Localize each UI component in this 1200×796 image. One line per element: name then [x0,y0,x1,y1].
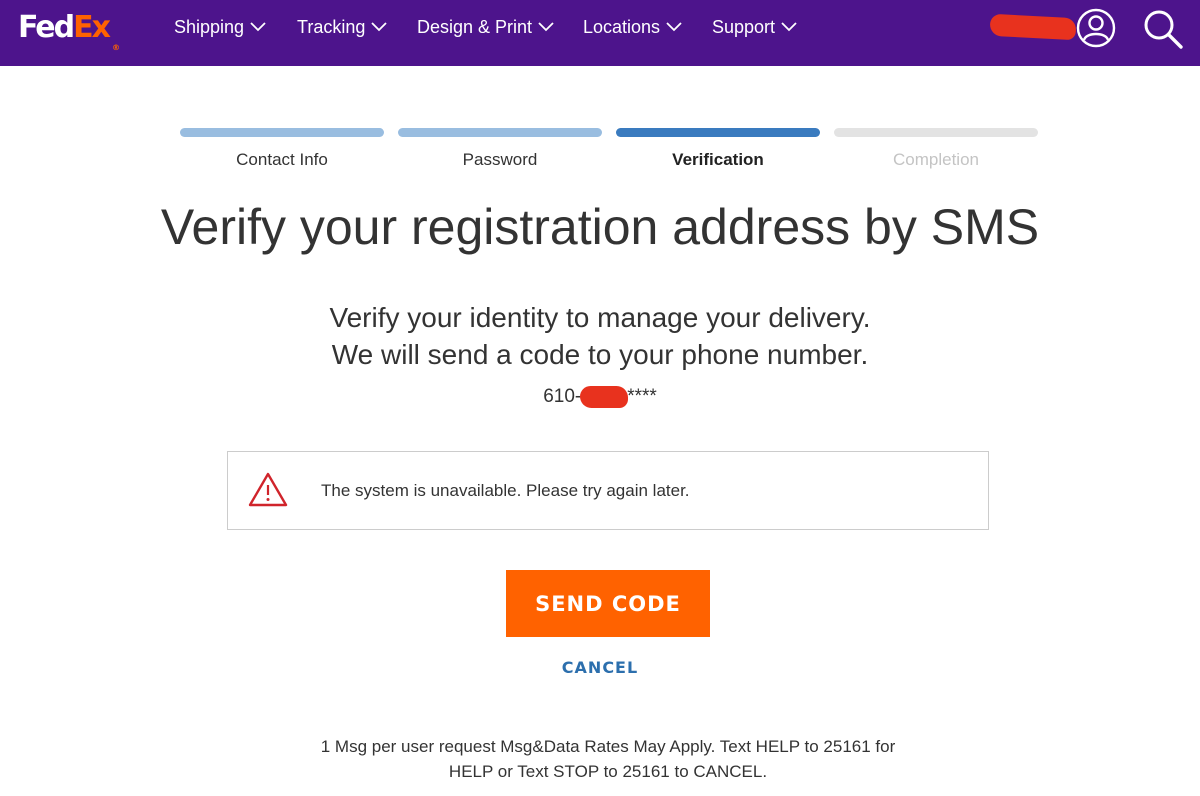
progress-stepper: Contact Info Password Verification Compl… [180,128,1040,172]
step-label: Contact Info [236,150,328,169]
phone-suffix: **** [627,386,657,408]
step-label: Password [462,150,538,169]
fedex-logo[interactable]: FedEx® [18,10,120,52]
warning-triangle-icon [248,472,288,507]
logo-ex-text: Ex [73,10,111,45]
nav-tracking-label: Tracking [297,16,366,37]
step-password: Password [398,128,602,170]
masked-phone-number: 610- **** [0,386,1200,408]
nav-support-label: Support [712,16,776,37]
logo-registered-mark: ® [111,43,120,52]
nav-locations-label: Locations [583,16,661,37]
page-title: Verify your registration address by SMS [160,199,1040,255]
step-bar-completed [398,128,602,137]
chevron-down-icon [371,22,387,32]
chevron-down-icon [666,22,682,32]
nav-locations[interactable]: Locations [583,14,682,40]
subtitle-line-2: We will send a code to your phone number… [331,339,869,370]
phone-prefix: 610- [543,386,582,408]
chevron-down-icon [250,22,266,32]
nav-shipping[interactable]: Shipping [174,14,266,40]
step-bar-active [616,128,820,137]
nav-design-print[interactable]: Design & Print [417,14,554,40]
step-contact-info: Contact Info [180,128,384,170]
sms-disclaimer: 1 Msg per user request Msg&Data Rates Ma… [250,734,966,784]
cancel-link-label[interactable]: CANCEL [562,658,638,677]
chevron-down-icon [781,22,797,32]
cancel-link[interactable]: CANCEL [0,658,1200,677]
step-verification: Verification [616,128,820,170]
error-alert: The system is unavailable. Please try ag… [227,451,989,530]
top-navigation-bar: FedEx® Shipping Tracking Design & Print … [0,0,1200,66]
nav-support[interactable]: Support [712,14,797,40]
step-label: Verification [672,150,764,169]
nav-design-print-label: Design & Print [417,16,533,37]
step-bar-completed [180,128,384,137]
nav-tracking[interactable]: Tracking [297,14,387,40]
logo-fed-text: Fed [18,10,75,45]
step-label: Completion [893,150,979,169]
nav-shipping-label: Shipping [174,16,245,37]
disclaimer-line-1: 1 Msg per user request Msg&Data Rates Ma… [320,737,896,756]
phone-redaction [580,386,629,408]
chevron-down-icon [538,22,554,32]
send-code-button[interactable]: SEND CODE [506,570,710,637]
search-icon[interactable] [1142,8,1184,50]
step-bar-upcoming [834,128,1038,137]
redacted-username [989,13,1077,41]
subtitle-line-1: Verify your identity to manage your deli… [329,302,871,333]
account-icon[interactable] [1076,8,1116,48]
step-completion: Completion [834,128,1038,170]
error-message: The system is unavailable. Please try ag… [321,481,690,500]
disclaimer-line-2: HELP or Text STOP to 25161 to CANCEL. [448,762,768,781]
